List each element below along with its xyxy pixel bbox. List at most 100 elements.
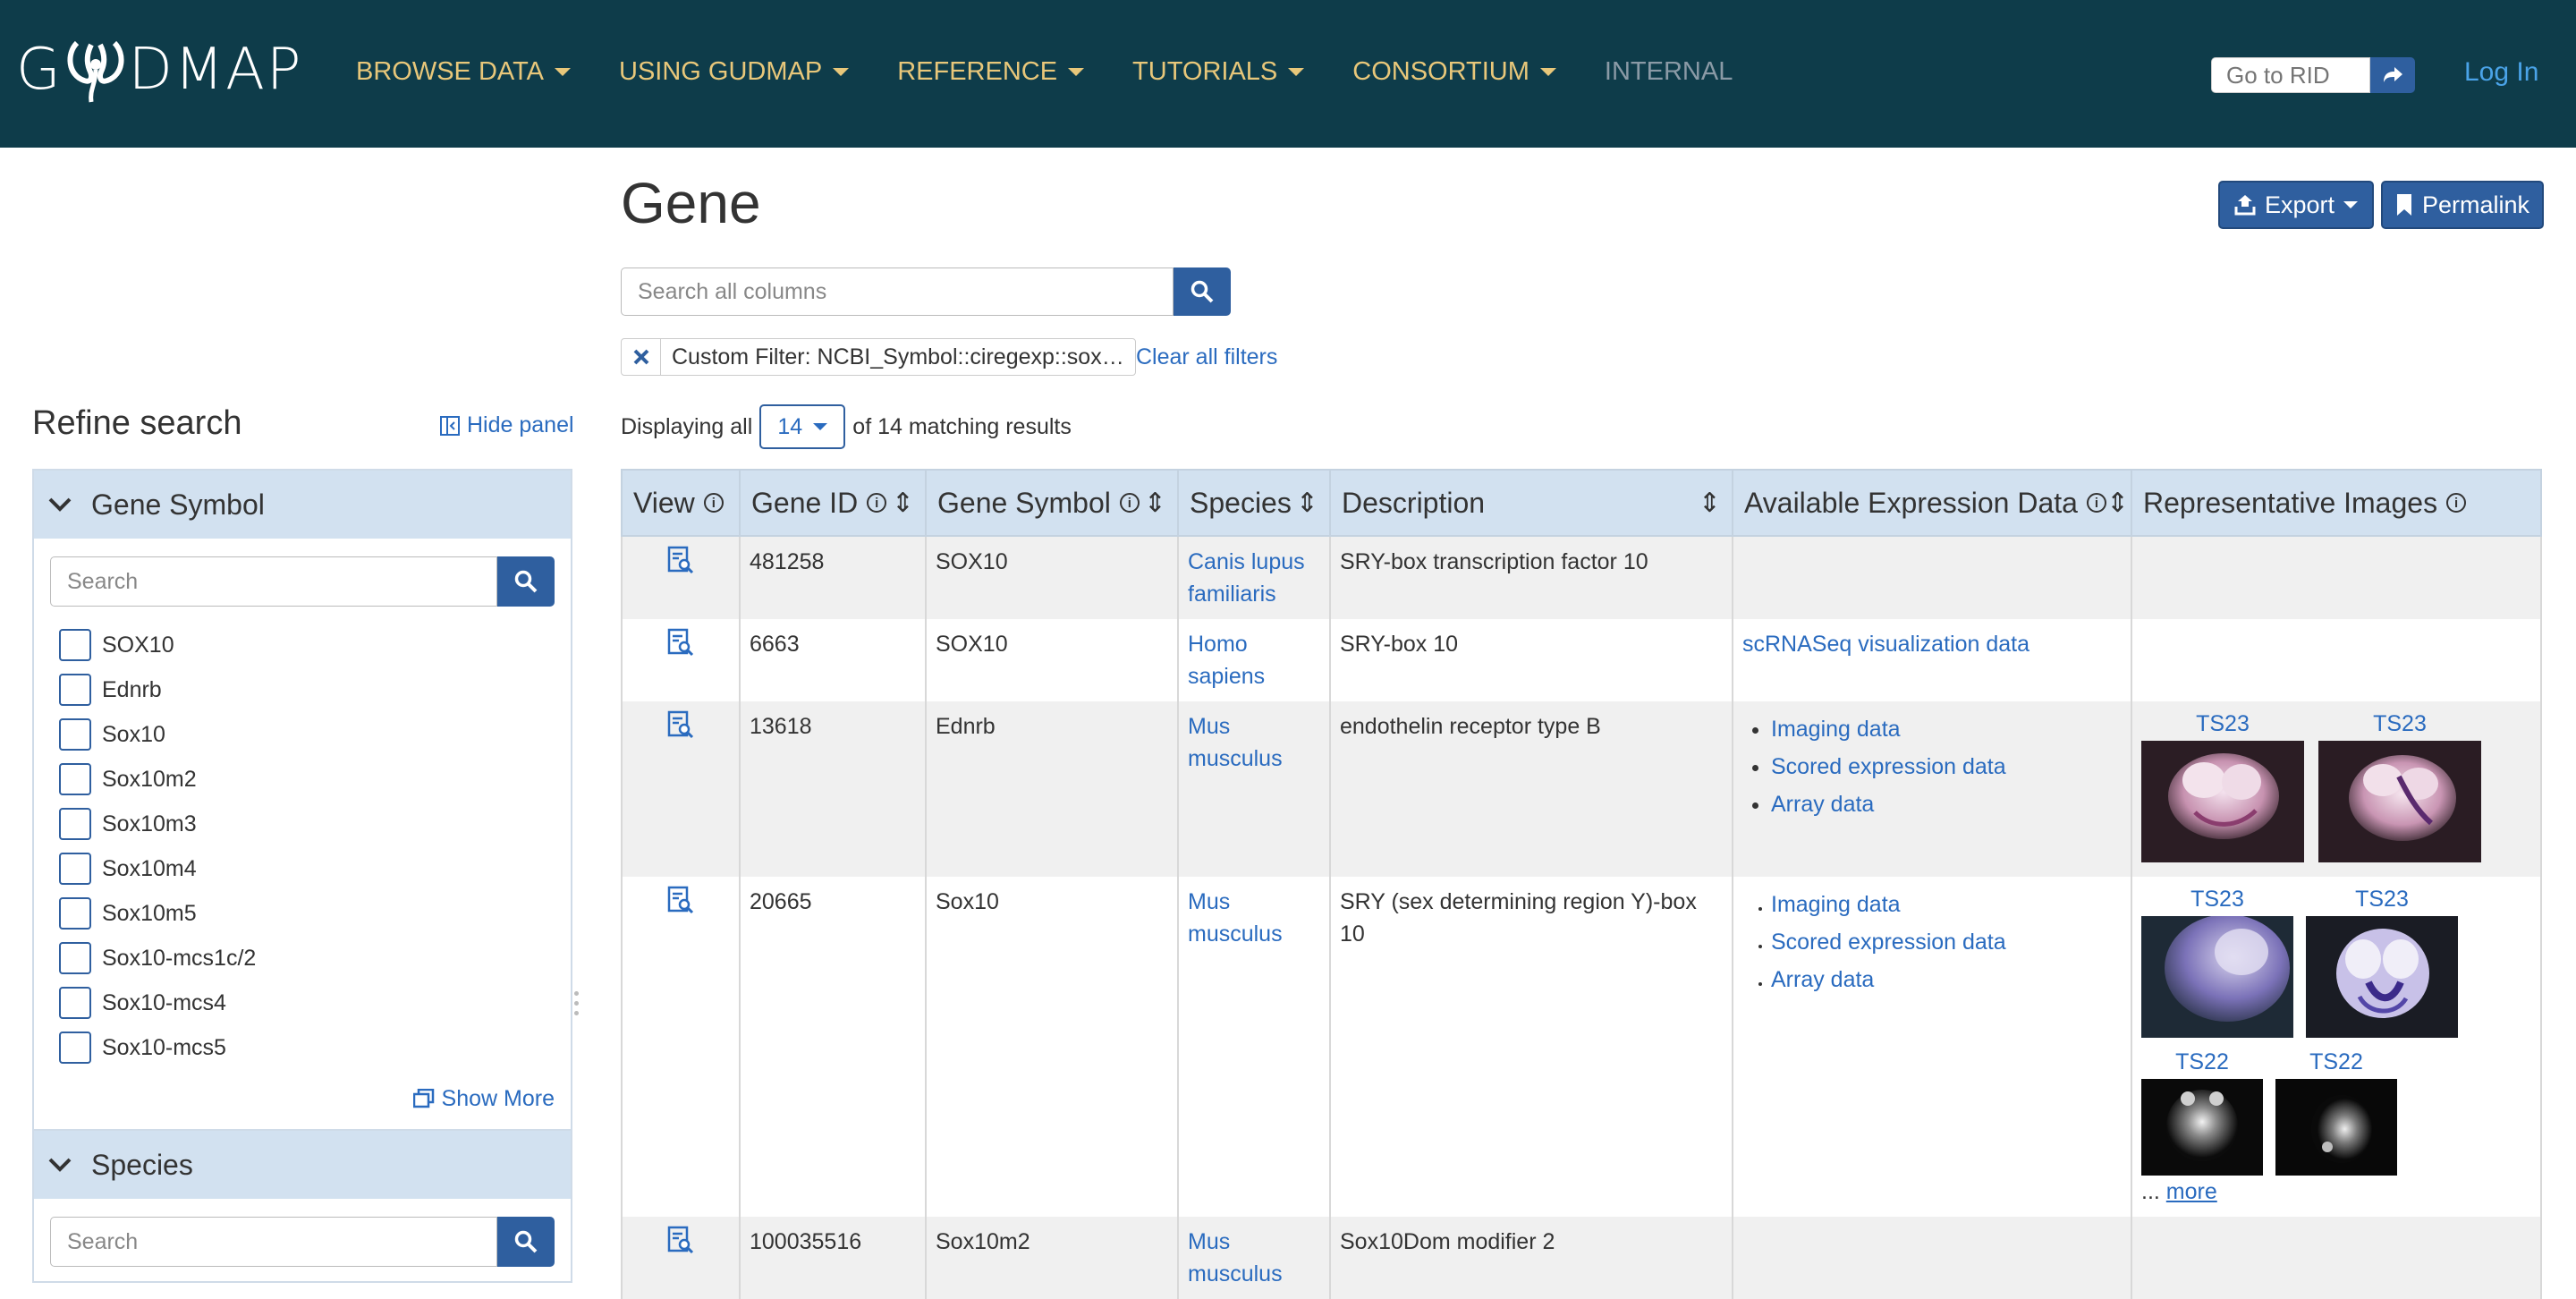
facet-option[interactable]: Sox10-mcs5 <box>59 1025 571 1070</box>
column-header-gene-symbol[interactable]: Gene Symbol i ⇕ <box>925 469 1179 537</box>
sort-icon[interactable]: ⇕ <box>2106 488 2129 519</box>
view-details-icon[interactable] <box>667 710 694 739</box>
checkbox[interactable] <box>59 808 91 840</box>
imaging-data-link[interactable]: Imaging data <box>1771 717 1901 742</box>
thumbnail-label[interactable]: TS23 <box>2190 886 2244 913</box>
view-details-icon[interactable] <box>667 886 694 914</box>
gudmap-logo[interactable]: G DMAP <box>16 34 302 106</box>
more-images-link[interactable]: more <box>2166 1179 2217 1204</box>
column-header-gene-id[interactable]: Gene ID i ⇕ <box>739 469 927 537</box>
scored-expression-data-link[interactable]: Scored expression data <box>1771 930 2006 955</box>
sort-icon[interactable]: ⇕ <box>1144 488 1166 519</box>
nav-using-gudmap[interactable]: USING GUDMAP <box>619 57 850 87</box>
scrnaseq-data-link[interactable]: scRNASeq visualization data <box>1742 632 2029 657</box>
panel-resize-handle[interactable] <box>574 991 581 1021</box>
embryo-image[interactable] <box>2318 741 2481 862</box>
checkbox[interactable] <box>59 629 91 661</box>
array-data-link[interactable]: Array data <box>1771 967 1874 992</box>
thumbnail-label[interactable]: TS23 <box>2196 710 2250 737</box>
nav-browse-data[interactable]: BROWSE DATA <box>356 57 571 87</box>
checkbox[interactable] <box>59 1032 91 1064</box>
checkbox[interactable] <box>59 718 91 751</box>
facet-search-button[interactable] <box>497 1217 555 1267</box>
embryo-image[interactable] <box>2141 916 2293 1038</box>
facet-option[interactable]: Sox10-mcs1c/2 <box>59 936 571 981</box>
thumbnail[interactable]: TS23 <box>2306 886 2458 1038</box>
embryo-image[interactable] <box>2275 1079 2397 1176</box>
thumbnail-label[interactable]: TS23 <box>2373 710 2427 737</box>
nav-reference[interactable]: REFERENCE <box>897 57 1085 87</box>
column-header-species[interactable]: Species ⇕ <box>1177 469 1331 537</box>
imaging-data-link[interactable]: Imaging data <box>1771 892 1901 917</box>
facet-option[interactable]: Sox10m4 <box>59 846 571 891</box>
search-all-columns-input[interactable]: Search all columns <box>621 267 1174 316</box>
export-button[interactable]: Export <box>2218 181 2374 229</box>
column-header-description[interactable]: Description ⇕ <box>1329 469 1733 537</box>
species-link[interactable]: Canis lupus familiaris <box>1188 549 1305 607</box>
array-data-link[interactable]: Array data <box>1771 792 1874 817</box>
sort-icon[interactable]: ⇕ <box>1296 488 1318 519</box>
info-icon[interactable]: i <box>2086 493 2106 513</box>
view-details-icon[interactable] <box>667 628 694 657</box>
checkbox[interactable] <box>59 942 91 974</box>
show-more-link[interactable]: Show More <box>34 1081 571 1116</box>
facet-search-button[interactable] <box>497 556 555 607</box>
checkbox[interactable] <box>59 674 91 706</box>
embryo-image[interactable] <box>2306 916 2458 1038</box>
thumbnail-label[interactable]: TS22 <box>2309 1049 2363 1075</box>
facet-option[interactable]: SOX10 <box>59 623 571 667</box>
nav-tutorials[interactable]: TUTORIALS <box>1132 57 1305 87</box>
remove-filter-button[interactable] <box>622 339 661 375</box>
facet-option[interactable]: Sox10m2 <box>59 757 571 802</box>
species-link[interactable]: Mus musculus <box>1188 714 1283 771</box>
login-link[interactable]: Log In <box>2464 57 2538 88</box>
main-search-button[interactable] <box>1174 267 1231 316</box>
facet-header-species[interactable]: Species <box>34 1131 571 1199</box>
facet-search-input[interactable]: Search <box>50 1217 497 1267</box>
embryo-image[interactable] <box>2141 741 2304 862</box>
description-cell: SRY-box 10 <box>1329 619 1733 701</box>
thumbnail-label[interactable]: TS23 <box>2355 886 2409 913</box>
thumbnail-label[interactable]: TS22 <box>2175 1049 2229 1075</box>
column-header-available-expression-data[interactable]: Available Expression Data i ⇕ <box>1732 469 2132 537</box>
page-size-dropdown[interactable]: 14 <box>759 404 846 449</box>
hide-panel-link[interactable]: Hide panel <box>440 412 574 438</box>
nav-consortium[interactable]: CONSORTIUM <box>1352 57 1556 87</box>
species-link[interactable]: Mus musculus <box>1188 889 1283 947</box>
clear-all-filters-link[interactable]: Clear all filters <box>1136 344 1277 370</box>
thumbnail[interactable]: TS23 <box>2318 710 2481 862</box>
table-row: 13618 Ednrb Mus musculus endothelin rece… <box>621 701 2542 877</box>
nav-internal[interactable]: INTERNAL <box>1605 57 1733 87</box>
checkbox[interactable] <box>59 853 91 885</box>
rid-go-button[interactable] <box>2370 57 2415 93</box>
sort-icon[interactable]: ⇕ <box>892 488 914 519</box>
sort-icon[interactable]: ⇕ <box>1699 488 1721 519</box>
facet-gene-symbol: Gene Symbol Search SOX10 Ednrb Sox10 Sox… <box>32 469 572 1131</box>
facet-option[interactable]: Sox10m3 <box>59 802 571 846</box>
facet-header-gene-symbol[interactable]: Gene Symbol <box>34 471 571 539</box>
scored-expression-data-link[interactable]: Scored expression data <box>1771 754 2006 779</box>
checkbox[interactable] <box>59 897 91 930</box>
embryo-image[interactable] <box>2141 1079 2263 1176</box>
thumbnail[interactable]: TS23 <box>2141 710 2304 862</box>
info-icon[interactable]: i <box>1119 493 1140 513</box>
facet-option[interactable]: Sox10m5 <box>59 891 571 936</box>
info-icon[interactable]: i <box>703 493 724 513</box>
view-details-icon[interactable] <box>667 1226 694 1254</box>
info-icon[interactable]: i <box>2446 493 2467 513</box>
permalink-button[interactable]: Permalink <box>2381 181 2544 229</box>
thumbnail[interactable]: TS22 <box>2141 1049 2263 1176</box>
species-link[interactable]: Mus musculus <box>1188 1229 1283 1286</box>
facet-option[interactable]: Sox10 <box>59 712 571 757</box>
info-icon[interactable]: i <box>867 493 887 513</box>
checkbox[interactable] <box>59 987 91 1019</box>
facet-option[interactable]: Sox10-mcs4 <box>59 981 571 1025</box>
facet-option[interactable]: Ednrb <box>59 667 571 712</box>
rid-input[interactable] <box>2211 57 2370 93</box>
view-details-icon[interactable] <box>667 546 694 574</box>
thumbnail[interactable]: TS23 <box>2141 886 2293 1038</box>
facet-search-input[interactable]: Search <box>50 556 497 607</box>
species-link[interactable]: Homo sapiens <box>1188 632 1265 689</box>
checkbox[interactable] <box>59 763 91 795</box>
thumbnail[interactable]: TS22 <box>2275 1049 2397 1176</box>
